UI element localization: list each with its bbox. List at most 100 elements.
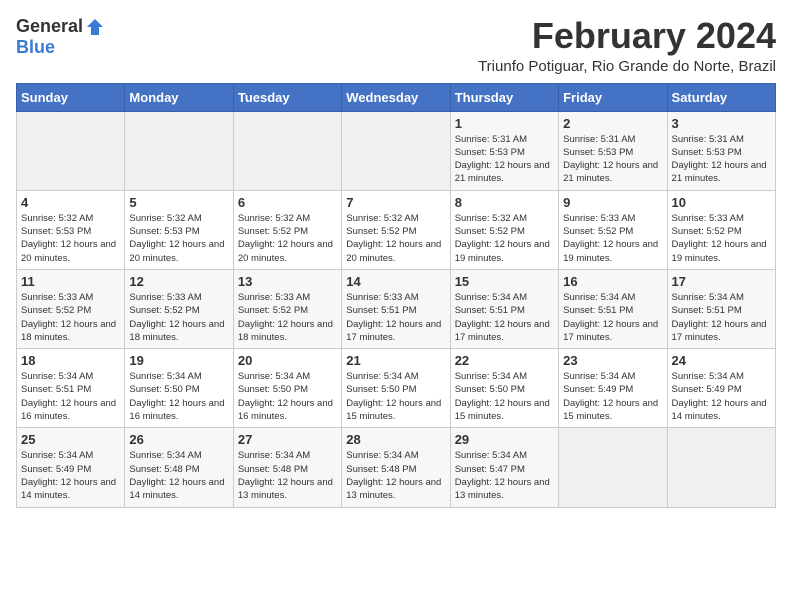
day-cell: 14 Sunrise: 5:33 AM Sunset: 5:51 PM Dayli… [342, 269, 450, 348]
day-number: 2 [563, 116, 662, 131]
header-sunday: Sunday [17, 83, 125, 111]
day-detail: Sunrise: 5:33 AM Sunset: 5:51 PM Dayligh… [346, 291, 445, 344]
day-detail: Sunrise: 5:32 AM Sunset: 5:53 PM Dayligh… [129, 212, 228, 265]
day-cell [559, 428, 667, 507]
day-number: 27 [238, 432, 337, 447]
day-detail: Sunrise: 5:31 AM Sunset: 5:53 PM Dayligh… [563, 133, 662, 186]
day-cell: 22 Sunrise: 5:34 AM Sunset: 5:50 PM Dayli… [450, 349, 558, 428]
title-area: February 2024 Triunfo Potiguar, Rio Gran… [478, 16, 776, 75]
day-cell: 10 Sunrise: 5:33 AM Sunset: 5:52 PM Dayli… [667, 190, 775, 269]
day-cell: 16 Sunrise: 5:34 AM Sunset: 5:51 PM Dayli… [559, 269, 667, 348]
header-saturday: Saturday [667, 83, 775, 111]
day-number: 4 [21, 195, 120, 210]
logo: General Blue [16, 16, 105, 58]
day-number: 17 [672, 274, 771, 289]
logo-blue-text: Blue [16, 37, 55, 58]
day-cell: 13 Sunrise: 5:33 AM Sunset: 5:52 PM Dayli… [233, 269, 341, 348]
day-detail: Sunrise: 5:34 AM Sunset: 5:49 PM Dayligh… [672, 370, 771, 423]
month-title: February 2024 [478, 16, 776, 56]
day-detail: Sunrise: 5:34 AM Sunset: 5:48 PM Dayligh… [129, 449, 228, 502]
day-detail: Sunrise: 5:34 AM Sunset: 5:51 PM Dayligh… [672, 291, 771, 344]
day-cell: 17 Sunrise: 5:34 AM Sunset: 5:51 PM Dayli… [667, 269, 775, 348]
day-cell: 20Sunrise: 5:34 AM Sunset: 5:50 PM Dayli… [233, 349, 341, 428]
day-number: 16 [563, 274, 662, 289]
week-row-3: 11 Sunrise: 5:33 AM Sunset: 5:52 PM Dayli… [17, 269, 776, 348]
day-detail: Sunrise: 5:34 AM Sunset: 5:48 PM Dayligh… [346, 449, 445, 502]
day-number: 21 [346, 353, 445, 368]
day-detail: Sunrise: 5:34 AM Sunset: 5:50 PM Dayligh… [346, 370, 445, 423]
day-cell [667, 428, 775, 507]
day-cell: 25 Sunrise: 5:34 AM Sunset: 5:49 PM Dayli… [17, 428, 125, 507]
calendar-table: SundayMondayTuesdayWednesdayThursdayFrid… [16, 83, 776, 508]
day-number: 23 [563, 353, 662, 368]
day-cell: 26Sunrise: 5:34 AM Sunset: 5:48 PM Dayli… [125, 428, 233, 507]
day-cell: 7 Sunrise: 5:32 AM Sunset: 5:52 PM Daylig… [342, 190, 450, 269]
day-cell: 4Sunrise: 5:32 AM Sunset: 5:53 PM Daylig… [17, 190, 125, 269]
logo-general-text: General [16, 16, 83, 37]
location-subtitle: Triunfo Potiguar, Rio Grande do Norte, B… [478, 58, 776, 75]
week-row-2: 4 Sunrise: 5:32 AM Sunset: 5:53 PM Daylig… [17, 190, 776, 269]
header-friday: Friday [559, 83, 667, 111]
day-detail: Sunrise: 5:32 AM Sunset: 5:52 PM Dayligh… [238, 212, 337, 265]
day-number: 3 [672, 116, 771, 131]
day-detail: Sunrise: 5:34 AM Sunset: 5:47 PM Dayligh… [455, 449, 554, 502]
day-number: 11 [21, 274, 120, 289]
day-cell [17, 111, 125, 190]
day-number: 5 [129, 195, 228, 210]
day-number: 10 [672, 195, 771, 210]
header-monday: Monday [125, 83, 233, 111]
day-number: 1 [455, 116, 554, 131]
day-number: 22 [455, 353, 554, 368]
day-cell: 2 Sunrise: 5:31 AM Sunset: 5:53 PM Daylig… [559, 111, 667, 190]
day-cell: 6 Sunrise: 5:32 AM Sunset: 5:52 PM Daylig… [233, 190, 341, 269]
day-cell: 28 Sunrise: 5:34 AM Sunset: 5:48 PM Dayli… [342, 428, 450, 507]
day-number: 14 [346, 274, 445, 289]
header-tuesday: Tuesday [233, 83, 341, 111]
day-cell: 8Sunrise: 5:32 AM Sunset: 5:52 PM Daylig… [450, 190, 558, 269]
day-detail: Sunrise: 5:34 AM Sunset: 5:49 PM Dayligh… [563, 370, 662, 423]
day-cell: 21 Sunrise: 5:34 AM Sunset: 5:50 PM Dayli… [342, 349, 450, 428]
day-number: 18 [21, 353, 120, 368]
header-thursday: Thursday [450, 83, 558, 111]
day-number: 19 [129, 353, 228, 368]
day-detail: Sunrise: 5:33 AM Sunset: 5:52 PM Dayligh… [238, 291, 337, 344]
day-cell: 27 Sunrise: 5:34 AM Sunset: 5:48 PM Dayli… [233, 428, 341, 507]
day-number: 24 [672, 353, 771, 368]
header-wednesday: Wednesday [342, 83, 450, 111]
day-number: 28 [346, 432, 445, 447]
header: General Blue February 2024 Triunfo Potig… [16, 16, 776, 75]
day-detail: Sunrise: 5:34 AM Sunset: 5:51 PM Dayligh… [455, 291, 554, 344]
day-detail: Sunrise: 5:31 AM Sunset: 5:53 PM Dayligh… [455, 133, 554, 186]
day-number: 25 [21, 432, 120, 447]
day-detail: Sunrise: 5:33 AM Sunset: 5:52 PM Dayligh… [563, 212, 662, 265]
day-number: 15 [455, 274, 554, 289]
day-detail: Sunrise: 5:34 AM Sunset: 5:50 PM Dayligh… [238, 370, 337, 423]
day-cell: 5 Sunrise: 5:32 AM Sunset: 5:53 PM Daylig… [125, 190, 233, 269]
day-number: 29 [455, 432, 554, 447]
day-number: 9 [563, 195, 662, 210]
day-cell [233, 111, 341, 190]
day-detail: Sunrise: 5:32 AM Sunset: 5:52 PM Dayligh… [346, 212, 445, 265]
day-detail: Sunrise: 5:32 AM Sunset: 5:52 PM Dayligh… [455, 212, 554, 265]
day-number: 6 [238, 195, 337, 210]
day-cell: 18 Sunrise: 5:34 AM Sunset: 5:51 PM Dayli… [17, 349, 125, 428]
week-row-1: 1 Sunrise: 5:31 AM Sunset: 5:53 PM Daylig… [17, 111, 776, 190]
logo-icon [85, 17, 105, 37]
day-detail: Sunrise: 5:34 AM Sunset: 5:50 PM Dayligh… [455, 370, 554, 423]
day-number: 13 [238, 274, 337, 289]
day-cell: 12Sunrise: 5:33 AM Sunset: 5:52 PM Dayli… [125, 269, 233, 348]
day-detail: Sunrise: 5:34 AM Sunset: 5:48 PM Dayligh… [238, 449, 337, 502]
week-row-5: 25 Sunrise: 5:34 AM Sunset: 5:49 PM Dayli… [17, 428, 776, 507]
week-row-4: 18 Sunrise: 5:34 AM Sunset: 5:51 PM Dayli… [17, 349, 776, 428]
day-cell: 11Sunrise: 5:33 AM Sunset: 5:52 PM Dayli… [17, 269, 125, 348]
day-detail: Sunrise: 5:34 AM Sunset: 5:51 PM Dayligh… [563, 291, 662, 344]
day-cell: 24 Sunrise: 5:34 AM Sunset: 5:49 PM Dayli… [667, 349, 775, 428]
day-detail: Sunrise: 5:34 AM Sunset: 5:49 PM Dayligh… [21, 449, 120, 502]
day-cell: 29 Sunrise: 5:34 AM Sunset: 5:47 PM Dayli… [450, 428, 558, 507]
day-cell: 15 Sunrise: 5:34 AM Sunset: 5:51 PM Dayli… [450, 269, 558, 348]
day-detail: Sunrise: 5:34 AM Sunset: 5:50 PM Dayligh… [129, 370, 228, 423]
day-number: 7 [346, 195, 445, 210]
day-cell: 3Sunrise: 5:31 AM Sunset: 5:53 PM Daylig… [667, 111, 775, 190]
day-detail: Sunrise: 5:33 AM Sunset: 5:52 PM Dayligh… [672, 212, 771, 265]
day-detail: Sunrise: 5:34 AM Sunset: 5:51 PM Dayligh… [21, 370, 120, 423]
